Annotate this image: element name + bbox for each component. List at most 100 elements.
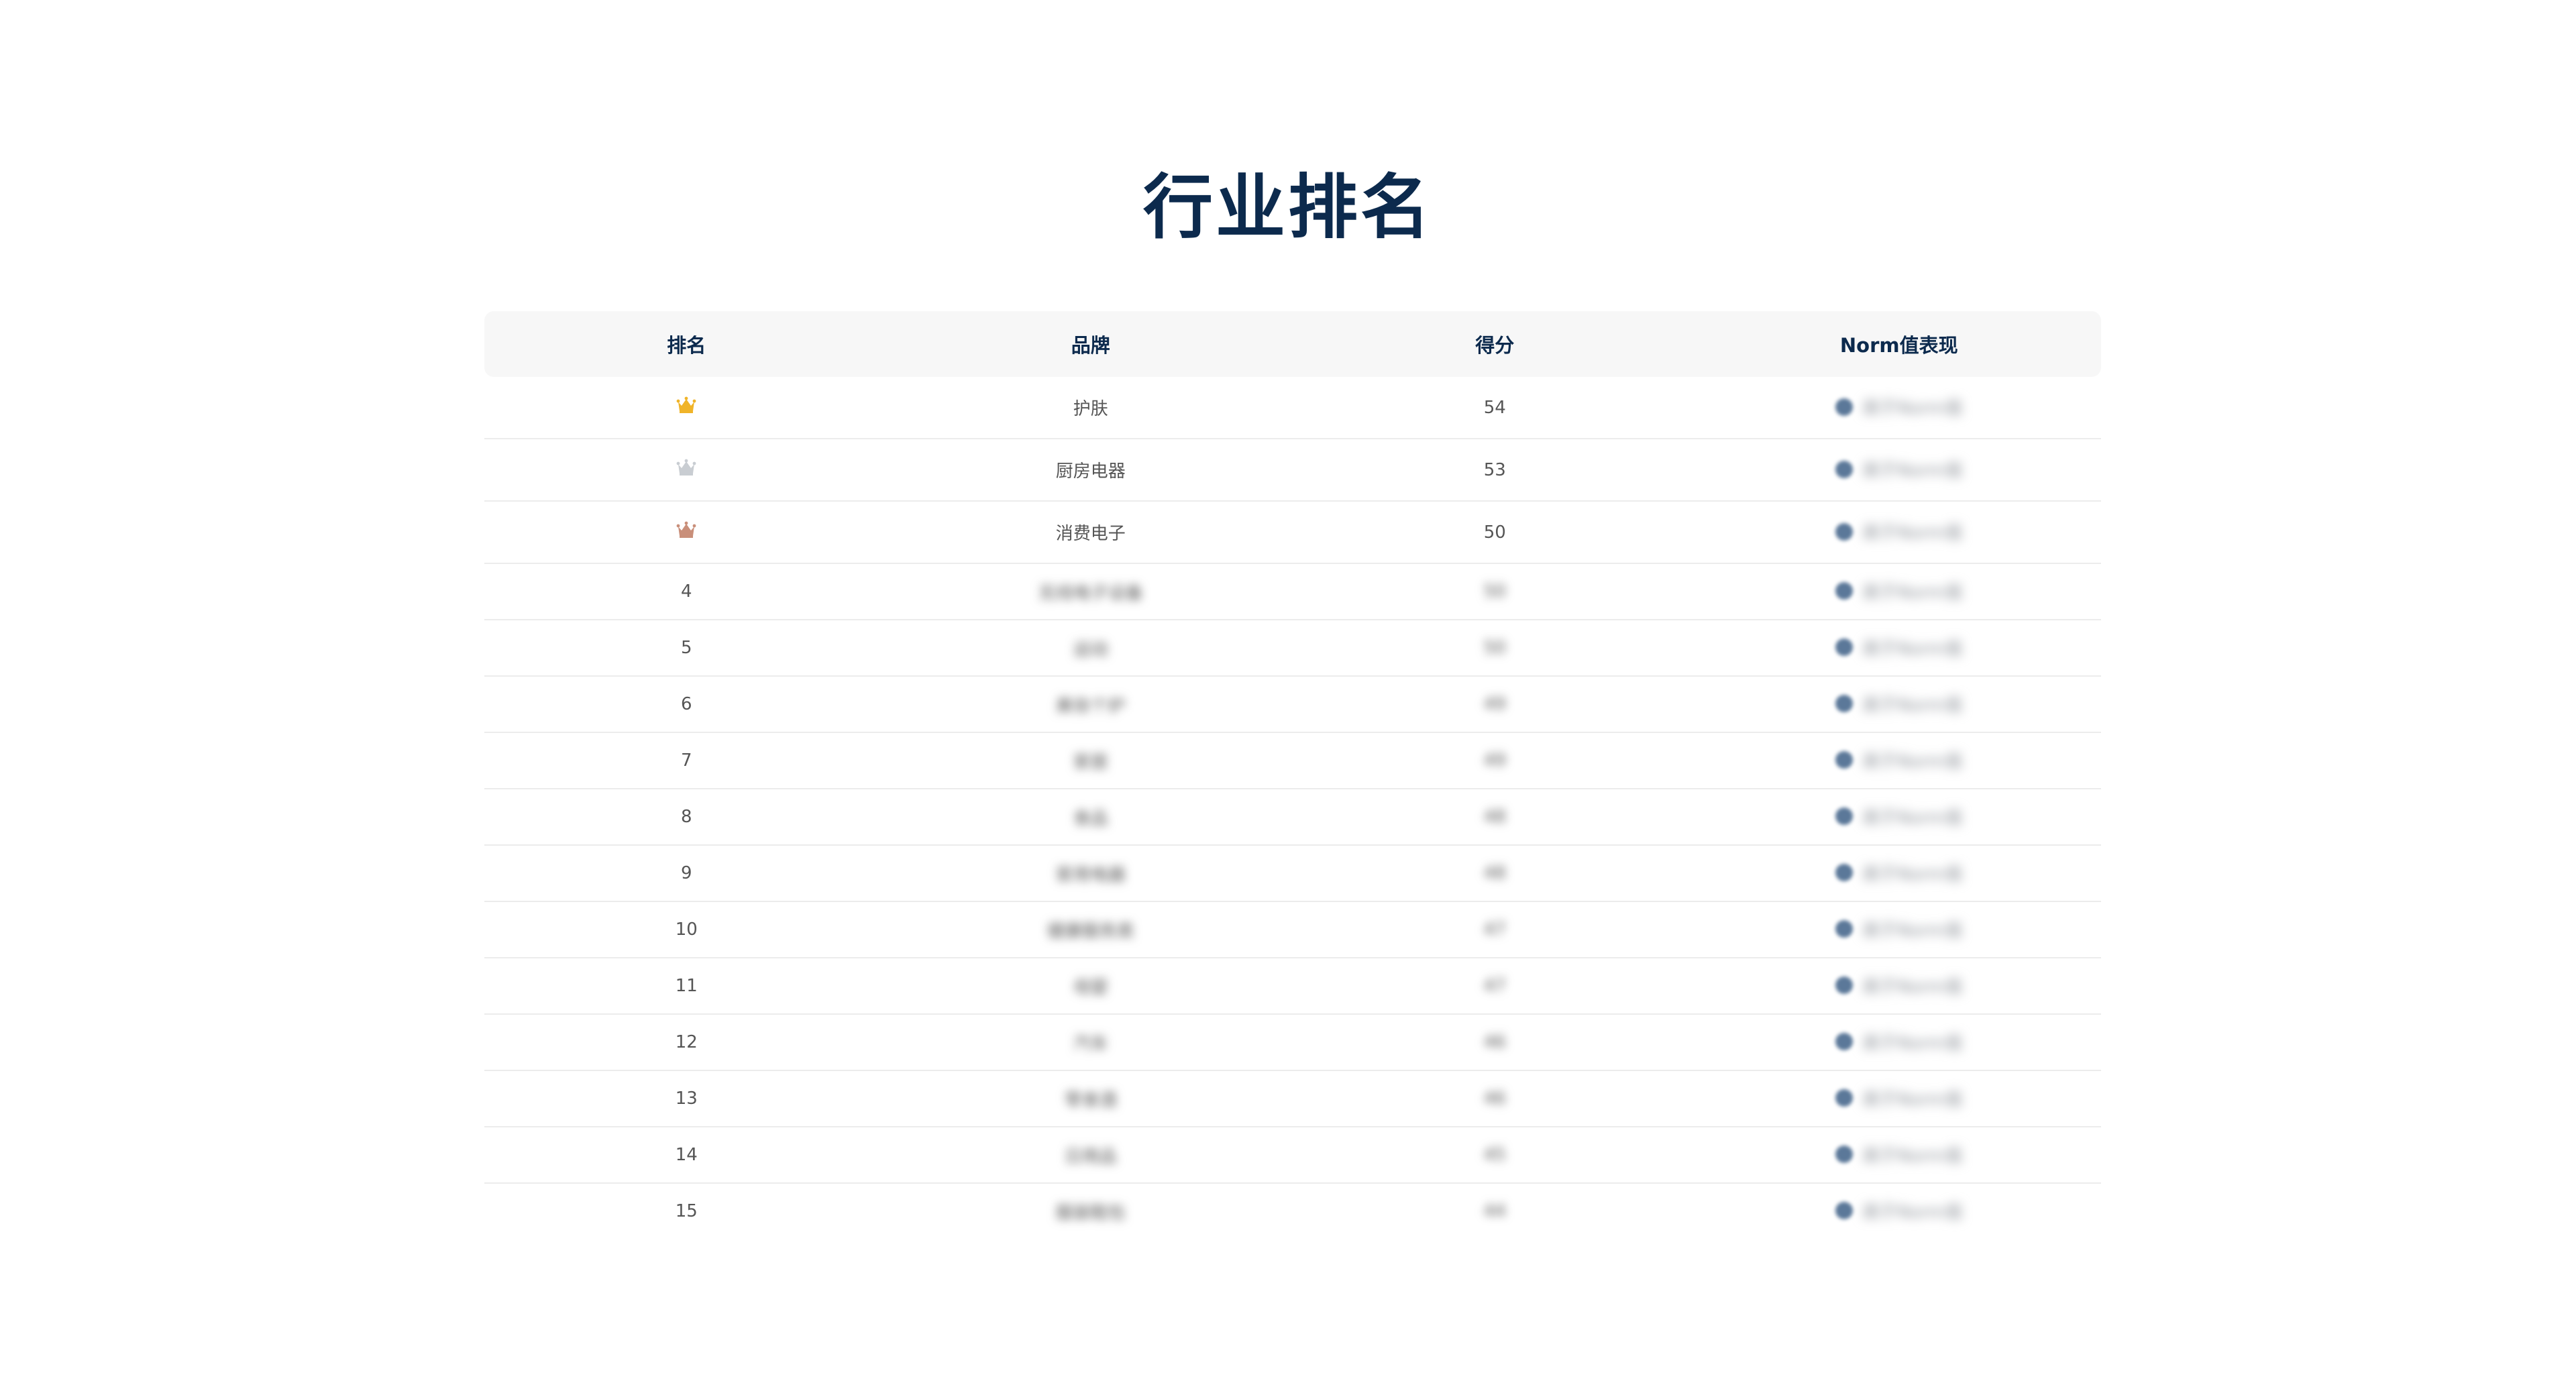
table-row[interactable]: 2 厨房电器 53 高于Norm值 bbox=[484, 439, 2101, 502]
norm-status-text: 高于Norm值 bbox=[1862, 920, 1963, 941]
gold-crown-icon bbox=[676, 396, 696, 418]
score-cell: 50 bbox=[1293, 501, 1697, 564]
norm-status-icon bbox=[1835, 398, 1854, 416]
table-row[interactable]: 11 母婴 47 高于Norm值 bbox=[484, 958, 2101, 1015]
score-value: 45 bbox=[1483, 1145, 1506, 1165]
table-row[interactable]: 9 家用电器 48 高于Norm值 bbox=[484, 845, 2101, 902]
brand-name: 家用电器 bbox=[1055, 864, 1126, 885]
score-cell: 47 bbox=[1293, 958, 1697, 1015]
silver-crown-icon bbox=[676, 459, 696, 481]
norm-cell: 高于Norm值 bbox=[1697, 563, 2101, 620]
table-row[interactable]: 1 护肤 54 高于Norm值 bbox=[484, 377, 2101, 439]
rank-cell: 3 bbox=[484, 501, 889, 564]
score-value: 49 bbox=[1483, 750, 1506, 771]
rank-number: 8 bbox=[680, 807, 692, 827]
norm-status-text: 高于Norm值 bbox=[1862, 638, 1963, 659]
rank-cell: 13 bbox=[484, 1070, 889, 1127]
table-row[interactable]: 10 健康服务类 47 高于Norm值 bbox=[484, 901, 2101, 958]
rank-cell: 10 bbox=[484, 901, 889, 958]
norm-cell: 高于Norm值 bbox=[1697, 845, 2101, 902]
rank-cell: 2 bbox=[484, 439, 889, 502]
rank-number: 7 bbox=[680, 750, 692, 771]
score-cell: 46 bbox=[1293, 1070, 1697, 1127]
score-value: 48 bbox=[1483, 807, 1506, 827]
brand-cell: 零食酒 bbox=[888, 1070, 1293, 1127]
header-rank[interactable]: 排名 bbox=[484, 311, 889, 377]
norm-cell: 高于Norm值 bbox=[1697, 1183, 2102, 1239]
norm-status-icon bbox=[1835, 1146, 1854, 1164]
brand-cell: 消费电子 bbox=[888, 501, 1293, 564]
score-cell: 50 bbox=[1293, 563, 1697, 620]
brand-name: 无线电子设备 bbox=[1038, 583, 1143, 604]
norm-status-icon bbox=[1835, 582, 1854, 600]
rank-cell: 15 bbox=[484, 1183, 889, 1239]
table-row[interactable]: 12 汽车 46 高于Norm值 bbox=[484, 1014, 2101, 1071]
header-norm[interactable]: Norm值表现 bbox=[1697, 311, 2102, 377]
score-cell: 53 bbox=[1293, 439, 1697, 502]
brand-name: 汽车 bbox=[1073, 1034, 1108, 1054]
rank-cell: 7 bbox=[484, 732, 889, 789]
norm-cell: 高于Norm值 bbox=[1697, 732, 2101, 789]
norm-status-text: 高于Norm值 bbox=[1862, 1033, 1963, 1054]
table-row[interactable]: 15 服装鞋包 44 高于Norm值 bbox=[484, 1183, 2101, 1239]
score-cell: 46 bbox=[1293, 1014, 1697, 1071]
header-score[interactable]: 得分 bbox=[1293, 311, 1697, 377]
table-row[interactable]: 6 美妆个护 49 高于Norm值 bbox=[484, 676, 2101, 733]
table-row[interactable]: 7 家居 49 高于Norm值 bbox=[484, 732, 2101, 789]
table-row[interactable]: 5 运动 50 高于Norm值 bbox=[484, 620, 2101, 677]
brand-name: 家居 bbox=[1073, 752, 1108, 773]
rank-number: 6 bbox=[680, 694, 692, 714]
rank-cell: 4 bbox=[484, 563, 889, 620]
brand-name: 母婴 bbox=[1073, 977, 1108, 998]
norm-status-text: 高于Norm值 bbox=[1862, 695, 1963, 716]
norm-status-text: 高于Norm值 bbox=[1862, 1089, 1963, 1110]
score-value: 46 bbox=[1483, 1032, 1506, 1052]
rank-cell: 11 bbox=[484, 958, 889, 1015]
score-value: 48 bbox=[1483, 863, 1506, 883]
score-value: 54 bbox=[1483, 397, 1506, 418]
score-cell: 50 bbox=[1293, 620, 1697, 677]
norm-cell: 高于Norm值 bbox=[1697, 789, 2101, 846]
norm-status-text: 高于Norm值 bbox=[1862, 398, 1963, 419]
norm-status-text: 高于Norm值 bbox=[1862, 1146, 1963, 1166]
score-value: 53 bbox=[1483, 459, 1506, 480]
table-row[interactable]: 3 消费电子 50 高于Norm值 bbox=[484, 501, 2101, 564]
norm-status-text: 高于Norm值 bbox=[1862, 1202, 1963, 1223]
score-value: 47 bbox=[1483, 976, 1506, 996]
ranking-table: 排名 品牌 得分 Norm值表现 1护肤54高于Norm值2厨房电器53高于No… bbox=[484, 311, 2101, 1239]
brand-cell: 家用电器 bbox=[888, 845, 1293, 902]
table-row[interactable]: 13 零食酒 46 高于Norm值 bbox=[484, 1070, 2101, 1127]
brand-cell: 厨房电器 bbox=[888, 439, 1293, 502]
rank-number: 15 bbox=[675, 1201, 698, 1221]
score-value: 47 bbox=[1483, 919, 1506, 940]
norm-cell: 高于Norm值 bbox=[1697, 439, 2101, 502]
norm-status-icon bbox=[1835, 976, 1854, 995]
rank-cell: 9 bbox=[484, 845, 889, 902]
header-brand[interactable]: 品牌 bbox=[889, 311, 1293, 377]
score-value: 50 bbox=[1483, 581, 1506, 602]
table-row[interactable]: 4 无线电子设备 50 高于Norm值 bbox=[484, 563, 2101, 620]
score-cell: 49 bbox=[1293, 676, 1697, 733]
norm-status-text: 高于Norm值 bbox=[1862, 976, 1963, 997]
brand-name: 消费电子 bbox=[1055, 524, 1126, 544]
norm-status-text: 高于Norm值 bbox=[1862, 807, 1963, 828]
score-cell: 48 bbox=[1293, 789, 1697, 846]
rank-number: 13 bbox=[675, 1089, 698, 1109]
norm-status-text: 高于Norm值 bbox=[1862, 582, 1963, 603]
norm-status-text: 高于Norm值 bbox=[1862, 751, 1963, 772]
brand-cell: 护肤 bbox=[888, 377, 1293, 439]
table-row[interactable]: 8 食品 48 高于Norm值 bbox=[484, 789, 2101, 846]
score-value: 50 bbox=[1483, 522, 1506, 543]
norm-cell: 高于Norm值 bbox=[1697, 377, 2101, 439]
brand-cell: 健康服务类 bbox=[888, 901, 1293, 958]
brand-name: 健康服务类 bbox=[1046, 921, 1134, 942]
brand-cell: 美妆个护 bbox=[888, 676, 1293, 733]
table-row[interactable]: 14 日用品 45 高于Norm值 bbox=[484, 1127, 2101, 1184]
norm-status-icon bbox=[1835, 695, 1854, 713]
norm-cell: 高于Norm值 bbox=[1697, 1070, 2101, 1127]
score-value: 50 bbox=[1483, 638, 1506, 658]
brand-cell: 食品 bbox=[888, 789, 1293, 846]
score-cell: 49 bbox=[1293, 732, 1697, 789]
table-header-row: 排名 品牌 得分 Norm值表现 bbox=[484, 311, 2101, 377]
page-title: 行业排名 bbox=[1142, 166, 1433, 248]
